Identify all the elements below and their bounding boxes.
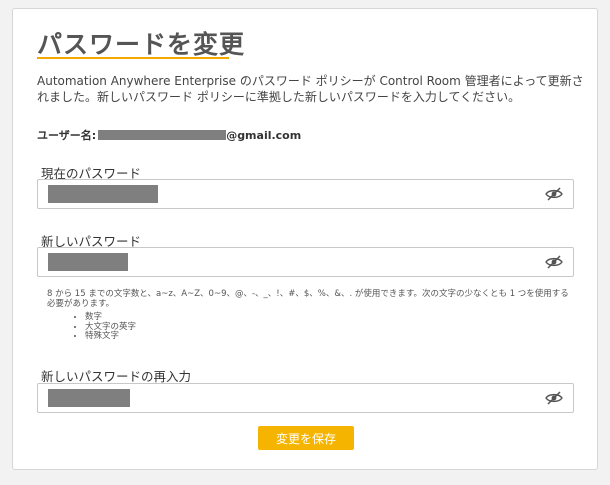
confirm-password-redaction xyxy=(48,389,130,407)
username-label: ユーザー名: xyxy=(37,129,97,142)
eye-slash-icon[interactable] xyxy=(545,255,563,269)
confirm-password-input[interactable] xyxy=(37,383,574,413)
page-title: パスワードを変更 xyxy=(37,30,246,59)
current-password-input[interactable]: 9 xyxy=(37,179,574,209)
title-underline xyxy=(37,57,229,59)
change-password-card: パスワードを変更 Automation Anywhere Enterprise … xyxy=(12,8,598,470)
policy-description: Automation Anywhere Enterprise のパスワード ポリ… xyxy=(37,74,584,104)
new-password-redaction xyxy=(48,253,128,271)
username-row: ユーザー名: @gmail.com xyxy=(37,127,301,143)
eye-slash-icon[interactable] xyxy=(545,187,563,201)
new-password-input[interactable] xyxy=(37,247,574,277)
password-rule-item: 特殊文字 xyxy=(85,331,136,342)
eye-slash-icon[interactable] xyxy=(545,391,563,405)
save-changes-button[interactable]: 変更を保存 xyxy=(258,426,354,450)
username-email-suffix: @gmail.com xyxy=(226,128,302,142)
username-redaction xyxy=(98,130,227,140)
password-rules-list: 数字 大文字の英字 特殊文字 xyxy=(71,312,136,342)
current-password-redaction xyxy=(48,185,158,203)
password-requirements-hint: 8 から 15 までの文字数と、a~z、A~Z、0~9、@、-、_、!、#、$、… xyxy=(47,289,569,309)
